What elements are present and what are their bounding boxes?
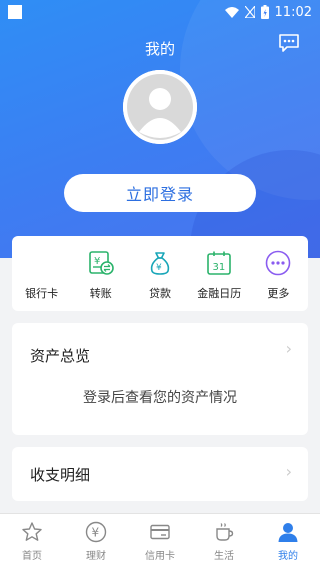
chevron-right-icon: › — [285, 339, 292, 358]
svg-text:¥: ¥ — [156, 263, 162, 273]
status-bar: 11:02 — [0, 0, 320, 24]
asset-login-hint: 登录后查看您的资产情况 — [83, 390, 237, 406]
transfer-icon: ¥ — [88, 251, 114, 275]
page-title: 我的 — [144, 40, 175, 58]
wifi-icon — [224, 7, 239, 18]
status-time: 11:02 — [274, 4, 312, 20]
coffee-cup-icon — [216, 523, 234, 541]
chevron-right-icon: › — [285, 462, 292, 481]
tab-life[interactable]: 生活 — [192, 514, 256, 569]
bottom-tab-bar: 首页 ¥ 理财 信用卡 生活 我的 — [0, 513, 320, 569]
signal-off-icon — [244, 6, 255, 18]
tab-mine[interactable]: 我的 — [256, 514, 320, 569]
tab-credit-card[interactable]: 信用卡 — [128, 514, 192, 569]
transaction-details-card[interactable]: 收支明细 › — [12, 447, 308, 501]
quick-action-transfer[interactable]: ¥ 转账 — [71, 236, 130, 311]
yen-coin-icon: ¥ — [85, 521, 107, 543]
message-icon[interactable] — [278, 33, 300, 57]
notification-icon — [8, 5, 22, 19]
more-icon — [266, 250, 291, 276]
credit-card-icon — [150, 524, 170, 540]
tab-wealth[interactable]: ¥ 理财 — [64, 514, 128, 569]
quick-action-calendar[interactable]: 31 金融日历 — [190, 236, 249, 311]
calendar-icon: 31 — [207, 251, 232, 275]
svg-text:¥: ¥ — [92, 526, 100, 540]
bank-card-icon — [29, 249, 55, 277]
calendar-day: 31 — [213, 262, 226, 273]
default-avatar-icon — [123, 70, 197, 144]
quick-action-bank-card[interactable]: 银行卡 — [12, 236, 71, 311]
asset-overview-card[interactable]: 资产总览 › 登录后查看您的资产情况 — [12, 323, 308, 435]
loan-bag-icon: ¥ — [150, 252, 170, 275]
quick-actions-card: 银行卡 ¥ 转账 ¥ 贷款 31 金融日历 更多 — [12, 236, 308, 311]
svg-text:¥: ¥ — [94, 256, 100, 267]
battery-icon — [260, 5, 269, 19]
star-icon — [22, 522, 42, 541]
person-icon — [278, 523, 298, 542]
asset-overview-title: 资产总览 — [30, 347, 91, 365]
transaction-details-title: 收支明细 — [30, 466, 91, 484]
quick-action-loan[interactable]: ¥ 贷款 — [130, 236, 189, 311]
tab-home[interactable]: 首页 — [0, 514, 64, 569]
avatar[interactable] — [123, 70, 197, 144]
login-button[interactable]: 立即登录 — [64, 174, 256, 212]
quick-action-more[interactable]: 更多 — [249, 236, 308, 311]
